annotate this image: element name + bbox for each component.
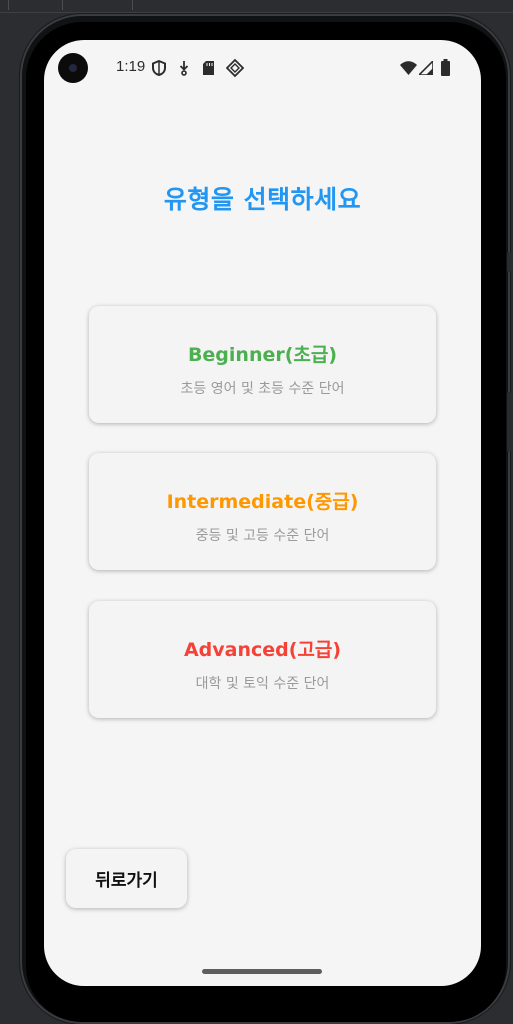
status-time: 1:19	[116, 58, 146, 75]
front-camera	[58, 53, 88, 83]
page-title: 유형을 선택하세요	[163, 185, 362, 214]
app-screen: 1:19 유형을 선택하세요 Beginner(초급) 초등 영어 및 초등 수…	[44, 40, 481, 986]
sd-card-icon	[203, 61, 214, 75]
level-card-advanced[interactable]: Advanced(고급) 대학 및 토익 수준 단어	[89, 601, 436, 718]
level-card-title: Beginner(초급)	[187, 344, 338, 366]
level-card-subtitle: 초등 영어 및 초등 수준 단어	[180, 381, 345, 397]
back-button[interactable]: 뒤로가기	[66, 849, 187, 908]
level-card-subtitle: 중등 및 고등 수준 단어	[195, 528, 330, 544]
battery-icon	[441, 59, 450, 76]
level-card-title: Advanced(고급)	[183, 639, 342, 661]
home-indicator[interactable]	[202, 969, 322, 974]
device-side-button	[507, 252, 511, 272]
shield-icon	[152, 60, 166, 76]
cell-signal-icon	[419, 61, 433, 75]
level-card-title: Intermediate(중급)	[166, 491, 359, 513]
device-volume-button	[507, 392, 511, 452]
level-card-intermediate[interactable]: Intermediate(중급) 중등 및 고등 수준 단어	[89, 453, 436, 570]
level-card-subtitle: 대학 및 토익 수준 단어	[195, 676, 330, 692]
level-card-beginner[interactable]: Beginner(초급) 초등 영어 및 초등 수준 단어	[89, 306, 436, 423]
wifi-icon	[400, 61, 417, 75]
download-icon	[179, 61, 189, 76]
ide-toolbar	[0, 0, 513, 13]
diamond-icon	[226, 59, 244, 77]
